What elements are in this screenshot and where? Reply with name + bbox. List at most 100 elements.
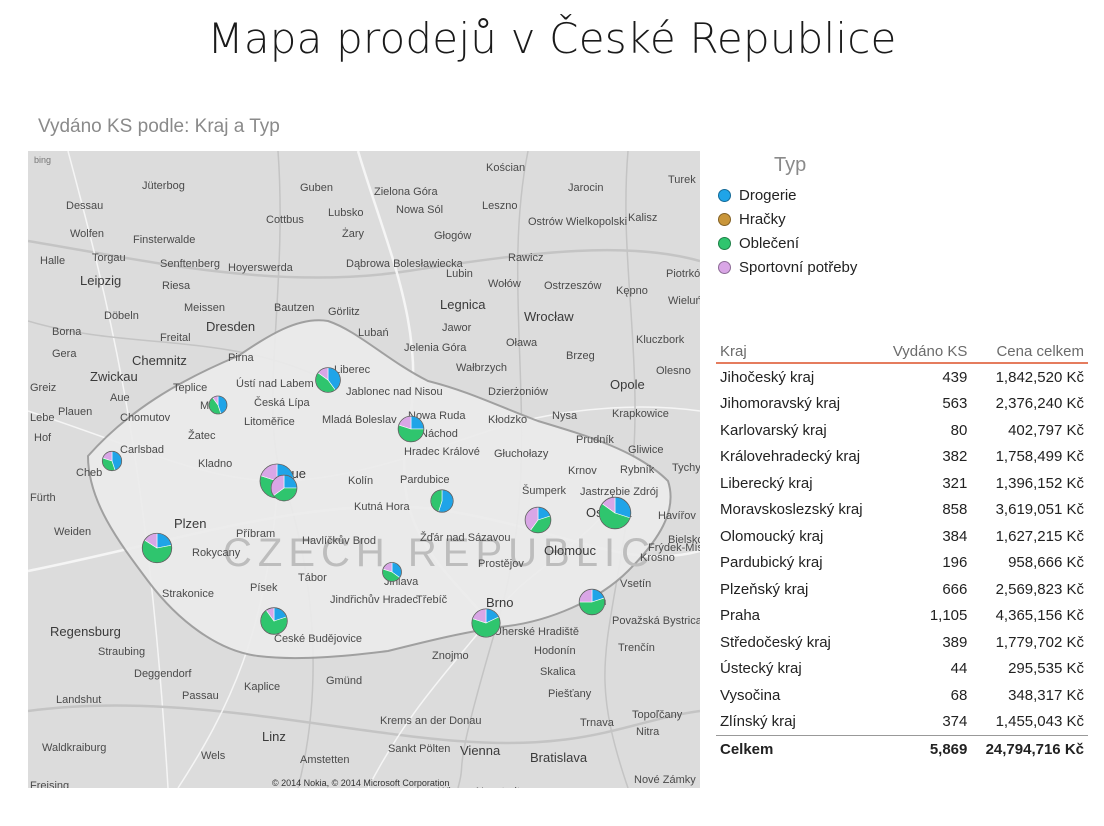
pie-marker[interactable]: [524, 506, 552, 534]
legend-item-obleceni[interactable]: Oblečení: [718, 231, 857, 255]
place-label: Lubin: [446, 268, 473, 280]
table-row[interactable]: Liberecký kraj 321 1,396,152 Kč: [716, 470, 1088, 497]
place-label: Kladno: [198, 458, 232, 470]
map-canvas[interactable]: CZECH REPUBLIC KościanTurekJüterbog Guben…: [28, 151, 700, 788]
place-label: Pardubice: [400, 474, 450, 486]
table-row[interactable]: Olomoucký kraj 384 1,627,215 Kč: [716, 523, 1088, 550]
legend-item-sportovni-potreby[interactable]: Sportovní potřeby: [718, 255, 857, 279]
place-label: Česká Lípa: [254, 396, 311, 409]
place-label: Aue: [110, 392, 130, 404]
cell-cena: 4,365,156 Kč: [995, 607, 1084, 625]
pie-marker[interactable]: [208, 395, 228, 415]
table-row[interactable]: Moravskoslezský kraj 858 3,619,051 Kč: [716, 497, 1088, 524]
table-row[interactable]: Plzeňský kraj 666 2,569,823 Kč: [716, 576, 1088, 603]
place-label: Kępno: [616, 285, 648, 297]
table-row[interactable]: Jihomoravský kraj 563 2,376,240 Kč: [716, 391, 1088, 418]
place-label: Nitra: [636, 726, 660, 738]
place-label: Linz: [262, 729, 286, 744]
place-label: Žatec: [188, 429, 216, 442]
place-label: Legnica: [440, 297, 486, 312]
place-label: Sankt Pölten: [388, 743, 450, 755]
place-label: Jelenia Góra: [404, 342, 467, 354]
column-header-cena[interactable]: Cena celkem: [971, 340, 1088, 364]
legend-dot-icon: [718, 260, 731, 274]
bing-logo: bing: [34, 155, 51, 165]
pie-marker[interactable]: [141, 532, 173, 564]
place-label: Jarocin: [568, 182, 603, 194]
table-row[interactable]: Praha 1,105 4,365,156 Kč: [716, 603, 1088, 630]
place-label: Uherské Hradiště: [494, 626, 579, 638]
sales-table: Kraj Vydáno KS Cena celkem Jihočeský kra…: [716, 340, 1088, 763]
cell-vydano: 196: [942, 554, 968, 572]
place-label: Hradec Králové: [404, 446, 480, 458]
legend-item-hracky[interactable]: Hračky: [718, 207, 857, 231]
legend-label: Hračky: [739, 210, 786, 228]
pie-marker[interactable]: [598, 496, 632, 530]
pie-marker[interactable]: [260, 607, 288, 635]
place-label: Považská Bystrica: [612, 615, 700, 627]
place-label: České Budějovice: [274, 632, 362, 645]
cell-cena: 1,758,499 Kč: [995, 448, 1084, 466]
place-label: Guben: [300, 182, 333, 194]
cell-kraj: Jihočeský kraj: [720, 368, 815, 386]
place-label: Strakonice: [162, 588, 214, 600]
table-row[interactable]: Královehradecký kraj 382 1,758,499 Kč: [716, 444, 1088, 471]
place-label: Lubań: [358, 327, 389, 339]
pie-marker[interactable]: [270, 474, 298, 502]
table-row[interactable]: Jihočeský kraj 439 1,842,520 Kč: [716, 363, 1088, 391]
table-row[interactable]: Středočeský kraj 389 1,779,702 Kč: [716, 629, 1088, 656]
place-label: Regensburg: [50, 624, 121, 639]
table-row[interactable]: Pardubický kraj 196 958,666 Kč: [716, 550, 1088, 577]
table-row[interactable]: Vysočina 68 348,317 Kč: [716, 682, 1088, 709]
place-label: Tychy: [672, 462, 700, 474]
place-label: Plzen: [174, 516, 207, 531]
place-label: Amstetten: [300, 754, 350, 766]
column-header-kraj[interactable]: Kraj: [716, 340, 881, 364]
pie-marker[interactable]: [382, 562, 402, 582]
cell-total-cena: 24,794,716 Kč: [971, 735, 1088, 763]
cell-cena: 1,627,215 Kč: [995, 527, 1084, 545]
place-label: Chemnitz: [132, 353, 187, 368]
page-title: Mapa prodejů v České Republice: [207, 14, 897, 63]
place-label: Nysa: [552, 410, 578, 422]
column-header-vydano[interactable]: Vydáno KS: [880, 340, 972, 364]
place-label: Bielsko: [668, 534, 700, 546]
place-label: Wołów: [488, 278, 521, 290]
place-label: Prudník: [576, 434, 614, 446]
place-label: Ostrzeszów: [544, 280, 602, 292]
pie-marker[interactable]: [397, 415, 425, 443]
legend-item-drogerie[interactable]: Drogerie: [718, 183, 857, 207]
cell-vydano: 374: [942, 713, 968, 731]
cell-vydano: 382: [942, 448, 968, 466]
place-label: Landshut: [56, 694, 101, 706]
cell-kraj: Praha: [720, 607, 761, 625]
cell-kraj: Liberecký kraj: [720, 474, 813, 492]
place-label: Topoľčany: [632, 709, 683, 721]
place-label: Nowa Sól: [396, 204, 443, 216]
place-label: Straubing: [98, 646, 145, 658]
place-label: Hodonín: [534, 645, 576, 657]
table-row[interactable]: Ústecký kraj 44 295,535 Kč: [716, 656, 1088, 683]
place-label: Zwickau: [90, 369, 138, 384]
pie-marker[interactable]: [471, 608, 501, 638]
place-label: Senftenberg: [160, 258, 220, 270]
place-label: Gmünd: [326, 675, 362, 687]
place-label: Třebíč: [416, 594, 448, 606]
table-row[interactable]: Karlovarský kraj 80 402,797 Kč: [716, 417, 1088, 444]
place-label: Šumperk: [522, 484, 567, 497]
table-row[interactable]: Zlínský kraj 374 1,455,043 Kč: [716, 709, 1088, 736]
place-label: Brno: [486, 595, 513, 610]
place-label: Jawor: [442, 322, 472, 334]
place-label: Tábor: [298, 572, 327, 584]
place-label: Lebe: [30, 412, 54, 424]
pie-marker[interactable]: [101, 450, 123, 472]
pie-marker[interactable]: [430, 489, 454, 513]
place-label: Greiz: [30, 382, 56, 394]
map-panel[interactable]: CZECH REPUBLIC Kościan Turek Jüterbog Guben…: [28, 151, 700, 788]
place-label: Wolfen: [70, 228, 104, 240]
place-label: Krnov: [568, 465, 597, 477]
place-label: Litoměřice: [244, 416, 295, 428]
pie-marker[interactable]: [578, 588, 606, 616]
place-label: Kolín: [348, 475, 373, 487]
pie-marker[interactable]: [315, 367, 341, 393]
